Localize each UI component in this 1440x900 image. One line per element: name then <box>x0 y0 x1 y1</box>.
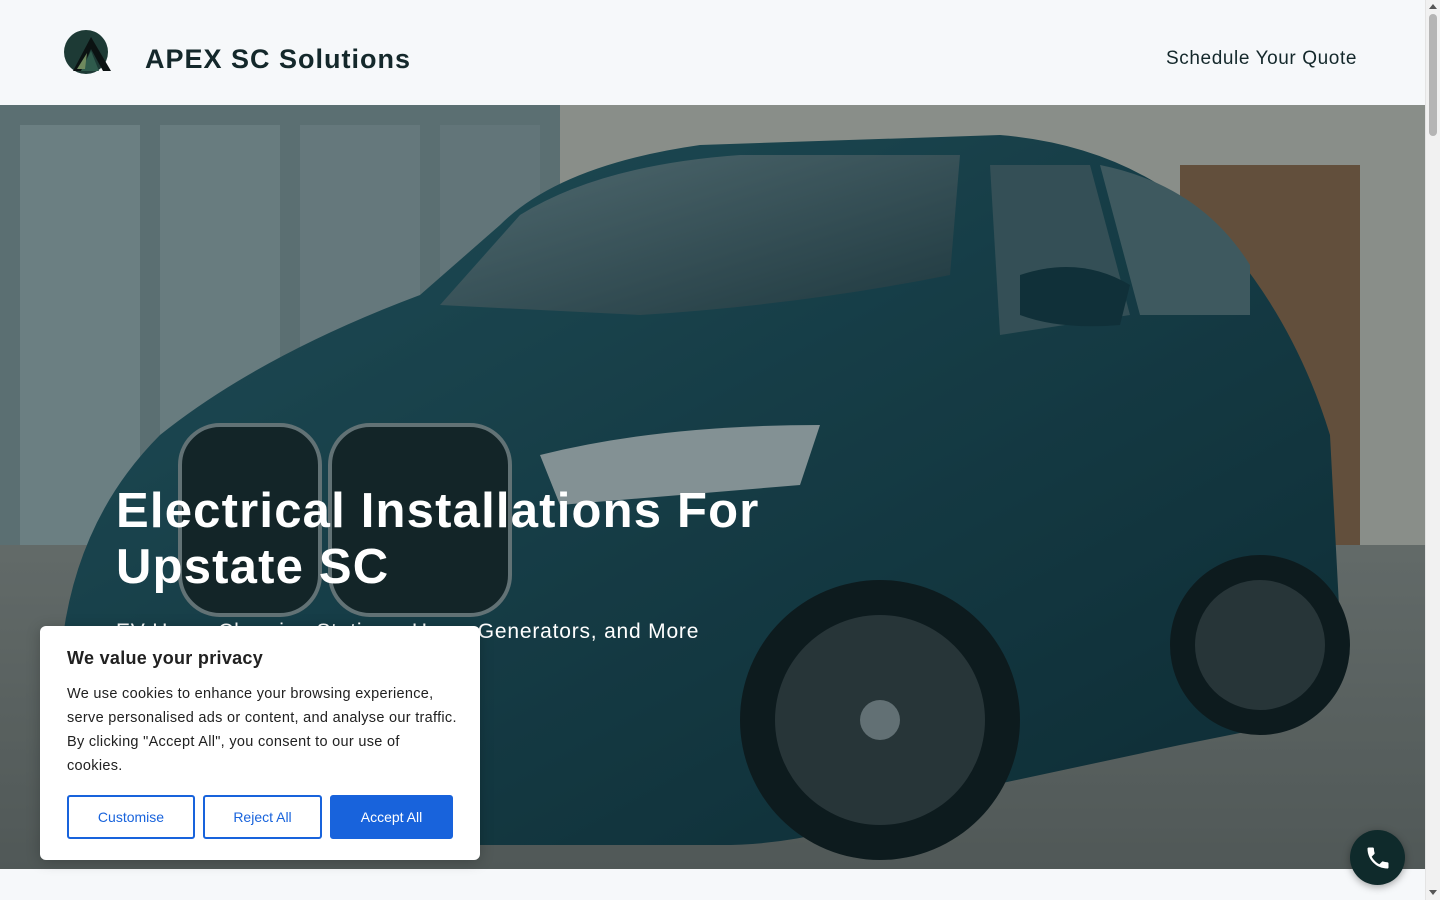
schedule-quote-link[interactable]: Schedule Your Quote <box>1166 48 1357 70</box>
customise-button[interactable]: Customise <box>67 795 195 839</box>
call-button[interactable] <box>1350 830 1405 885</box>
cookie-description: We use cookies to enhance your browsing … <box>67 686 457 774</box>
reject-all-button[interactable]: Reject All <box>203 795 322 839</box>
phone-icon <box>1367 847 1388 868</box>
scrollbar-thumb[interactable] <box>1429 14 1437 136</box>
next-section <box>0 869 1425 900</box>
cookie-consent-banner: We value your privacy We use cookies to … <box>40 626 480 860</box>
scroll-down-arrow-icon[interactable] <box>1429 890 1437 895</box>
accept-all-button[interactable]: Accept All <box>330 795 453 839</box>
site-header: APEX SC Solutions Schedule Your Quote <box>0 0 1425 105</box>
scroll-up-arrow-icon[interactable] <box>1429 4 1437 9</box>
hero-title: Electrical Installations For Upstate SC <box>116 484 760 594</box>
apex-logo-icon[interactable] <box>63 29 113 75</box>
cookie-title: We value your privacy <box>67 648 264 668</box>
page-scrollbar[interactable] <box>1425 0 1440 900</box>
brand-name[interactable]: APEX SC Solutions <box>145 44 411 75</box>
